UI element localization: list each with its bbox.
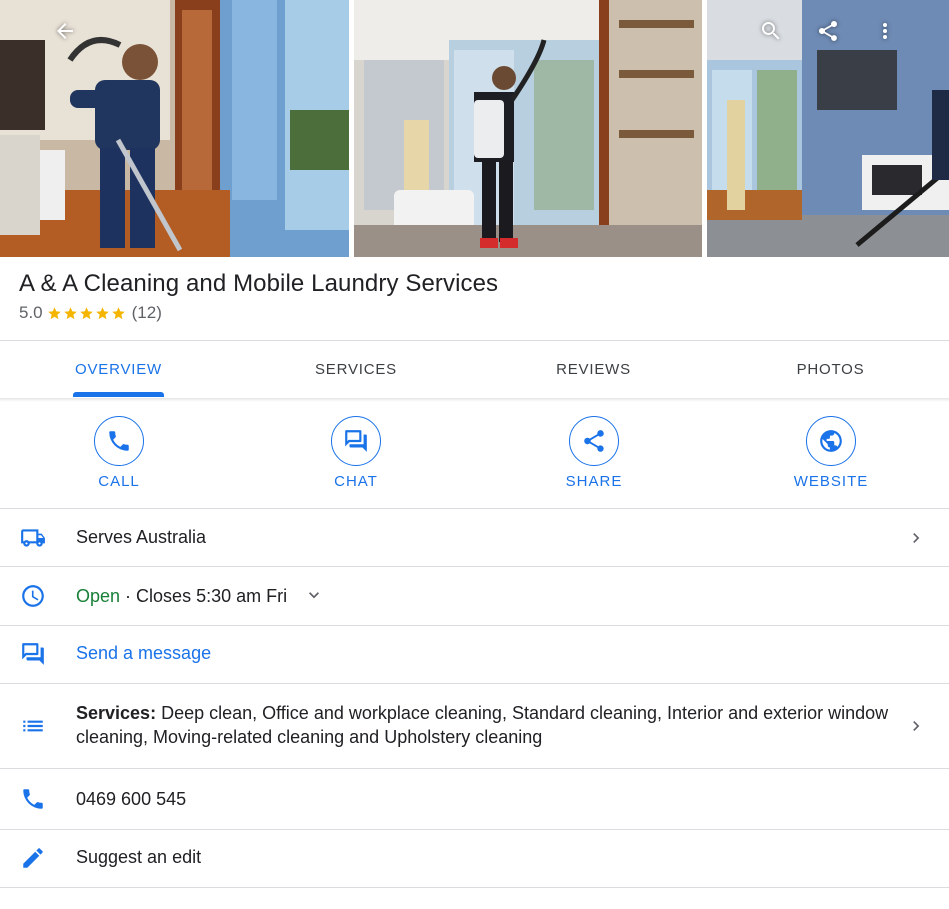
share-button-circle[interactable] xyxy=(569,416,619,466)
chevron-right-icon xyxy=(906,716,926,736)
service-area-text: Serves Australia xyxy=(76,527,207,547)
chat-label: CHAT xyxy=(334,473,378,490)
website-label: WEBSITE xyxy=(793,473,869,490)
share-top-button[interactable] xyxy=(807,10,849,52)
search-button[interactable] xyxy=(750,10,792,52)
call-label: CALL xyxy=(98,473,140,490)
active-tab-indicator xyxy=(73,392,164,397)
chat-button[interactable]: CHAT xyxy=(291,416,421,490)
chevron-down-icon[interactable] xyxy=(304,585,324,605)
phone-icon xyxy=(20,786,46,812)
send-message-link[interactable]: Send a message xyxy=(76,643,211,664)
closing-time: · Closes 5:30 am Fri xyxy=(120,586,288,606)
clock-icon xyxy=(20,583,46,609)
search-icon xyxy=(762,22,780,40)
services-list: Deep clean, Office and workplace cleanin… xyxy=(76,703,889,747)
phone-row[interactable]: 0469 600 545 xyxy=(0,769,949,829)
suggest-edit-row[interactable]: Suggest an edit xyxy=(0,830,949,887)
tab-overview[interactable]: OVERVIEW xyxy=(0,341,237,398)
services-text: Services: Deep clean, Office and workpla… xyxy=(76,701,906,749)
services-label: Services: xyxy=(76,703,157,723)
back-arrow-icon xyxy=(57,23,73,39)
suggest-edit-text: Suggest an edit xyxy=(76,847,202,867)
open-status: Open xyxy=(76,586,121,606)
star-icon xyxy=(111,306,126,321)
star-rating xyxy=(47,306,126,321)
globe-icon xyxy=(820,430,842,452)
hours-row[interactable]: Open · Closes 5:30 am Fri xyxy=(0,567,949,625)
phone-number: 0469 600 545 xyxy=(76,789,187,809)
business-photo-2[interactable] xyxy=(354,0,702,257)
chat-icon xyxy=(345,430,367,452)
more-options-button[interactable] xyxy=(864,10,906,52)
star-icon xyxy=(79,306,94,321)
list-icon xyxy=(20,713,46,739)
action-bar: CALL CHAT SHARE WEBSITE xyxy=(0,402,949,508)
call-button[interactable]: CALL xyxy=(54,416,184,490)
rating-value: 5.0 xyxy=(19,303,43,322)
call-button-circle[interactable] xyxy=(94,416,144,466)
tab-services[interactable]: SERVICES xyxy=(237,341,475,398)
phone-icon xyxy=(109,431,129,451)
star-icon xyxy=(63,306,78,321)
chevron-right-icon xyxy=(906,528,926,548)
website-button[interactable]: WEBSITE xyxy=(766,416,896,490)
hours-text: Open · Closes 5:30 am Fri xyxy=(76,586,324,607)
tab-bar: OVERVIEW SERVICES REVIEWS PHOTOS xyxy=(0,341,949,398)
website-button-circle[interactable] xyxy=(806,416,856,466)
rating-summary[interactable]: 5.0 (12) xyxy=(19,303,162,323)
chat-icon xyxy=(20,641,46,667)
delivery-truck-icon xyxy=(20,525,46,551)
back-button[interactable] xyxy=(44,10,86,52)
star-icon xyxy=(95,306,110,321)
share-label: SHARE xyxy=(565,473,623,490)
star-icon xyxy=(47,306,62,321)
service-area-row[interactable]: Serves Australia xyxy=(0,509,949,566)
chat-button-circle[interactable] xyxy=(331,416,381,466)
more-vert-icon xyxy=(883,23,887,39)
share-icon xyxy=(819,21,837,41)
tab-photos[interactable]: PHOTOS xyxy=(712,341,949,398)
share-button[interactable]: SHARE xyxy=(529,416,659,490)
business-title: A & A Cleaning and Mobile Laundry Servic… xyxy=(19,270,499,297)
review-count: (12) xyxy=(131,303,162,322)
share-icon xyxy=(584,430,604,452)
pencil-icon xyxy=(20,845,46,871)
tab-reviews[interactable]: REVIEWS xyxy=(475,341,712,398)
send-message-row[interactable]: Send a message xyxy=(0,626,949,683)
photo-strip[interactable] xyxy=(0,0,949,257)
divider xyxy=(0,887,949,888)
